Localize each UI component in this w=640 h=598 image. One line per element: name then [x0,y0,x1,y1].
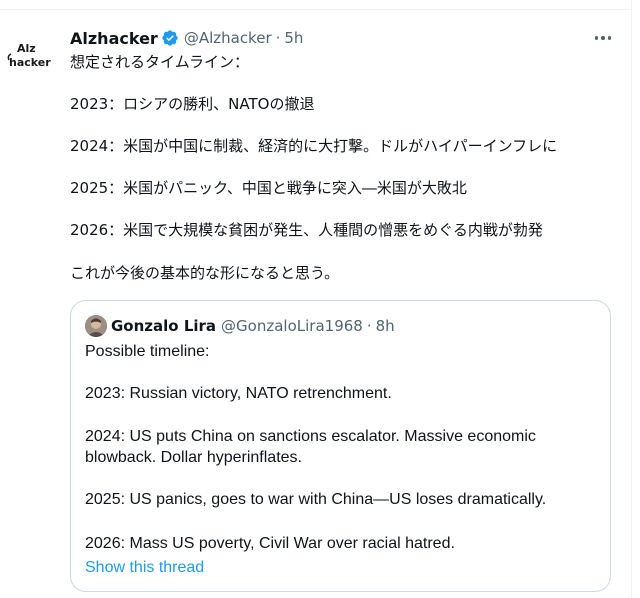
show-thread-link[interactable]: Show this thread [85,559,204,577]
tweet-text-line: これが今後の基本的な形になると思う。 [70,264,340,282]
quoted-text-line: blowback. Dollar hyperinflates. [85,449,302,466]
quoted-author-avatar[interactable] [85,315,107,337]
quoted-tweet-header: Gonzalo Lira @GonzaloLira1968 · 8h [111,315,395,337]
quoted-text-line: 2026: Mass US poverty, Civil War over ra… [85,535,455,552]
tweet-text-line: 2025：米国がパニック、中国と戦争に突入―米国が大敗北 [70,179,467,197]
tweet-header: Alzhacker @Alzhacker · 5h [70,27,303,49]
quoted-author-handle[interactable]: @GonzaloLira1968 [221,317,363,335]
author-handle[interactable]: @Alzhacker [184,29,272,47]
more-options-icon[interactable] [592,28,614,48]
svg-text:hacker: hacker [9,56,51,68]
tweet-text-line: 2024：米国が中国に制裁、経済的に大打撃。ドルがハイパーインフレに [70,137,558,155]
separator-dot: · [366,317,372,335]
column-divider [631,0,632,598]
author-display-name[interactable]: Alzhacker [70,29,158,48]
tweet-timeline: Alz hacker Alzhacker @Alzhacker · 5h 想定さ… [0,0,640,598]
quoted-text-line: 2024: US puts China on sanctions escalat… [85,428,536,445]
svg-text:Alz: Alz [17,42,36,55]
quoted-text-line: Possible timeline: [85,343,210,360]
quoted-text-line: 2023: Russian victory, NATO retrenchment… [85,385,392,402]
quoted-text-line: 2025: US panics, goes to war with China—… [85,491,547,508]
separator-dot: · [275,29,281,47]
alzhacker-logo-icon[interactable]: Alz hacker [6,40,58,68]
tweet-text-line: 2026：米国で大規模な貧困が発生、人種間の憎悪をめぐる内戦が勃発 [70,221,543,239]
quoted-tweet-card[interactable]: Gonzalo Lira @GonzaloLira1968 · 8h Possi… [70,300,611,592]
verified-badge-icon [162,30,178,46]
top-divider [0,9,631,10]
tweet-timestamp[interactable]: 5h [284,29,303,47]
tweet-text-line: 2023：ロシアの勝利、NATOの撤退 [70,95,315,113]
tweet-text-line: 想定されるタイムライン： [70,53,249,71]
quoted-author-name[interactable]: Gonzalo Lira [111,317,216,335]
quoted-tweet-timestamp[interactable]: 8h [376,317,395,335]
